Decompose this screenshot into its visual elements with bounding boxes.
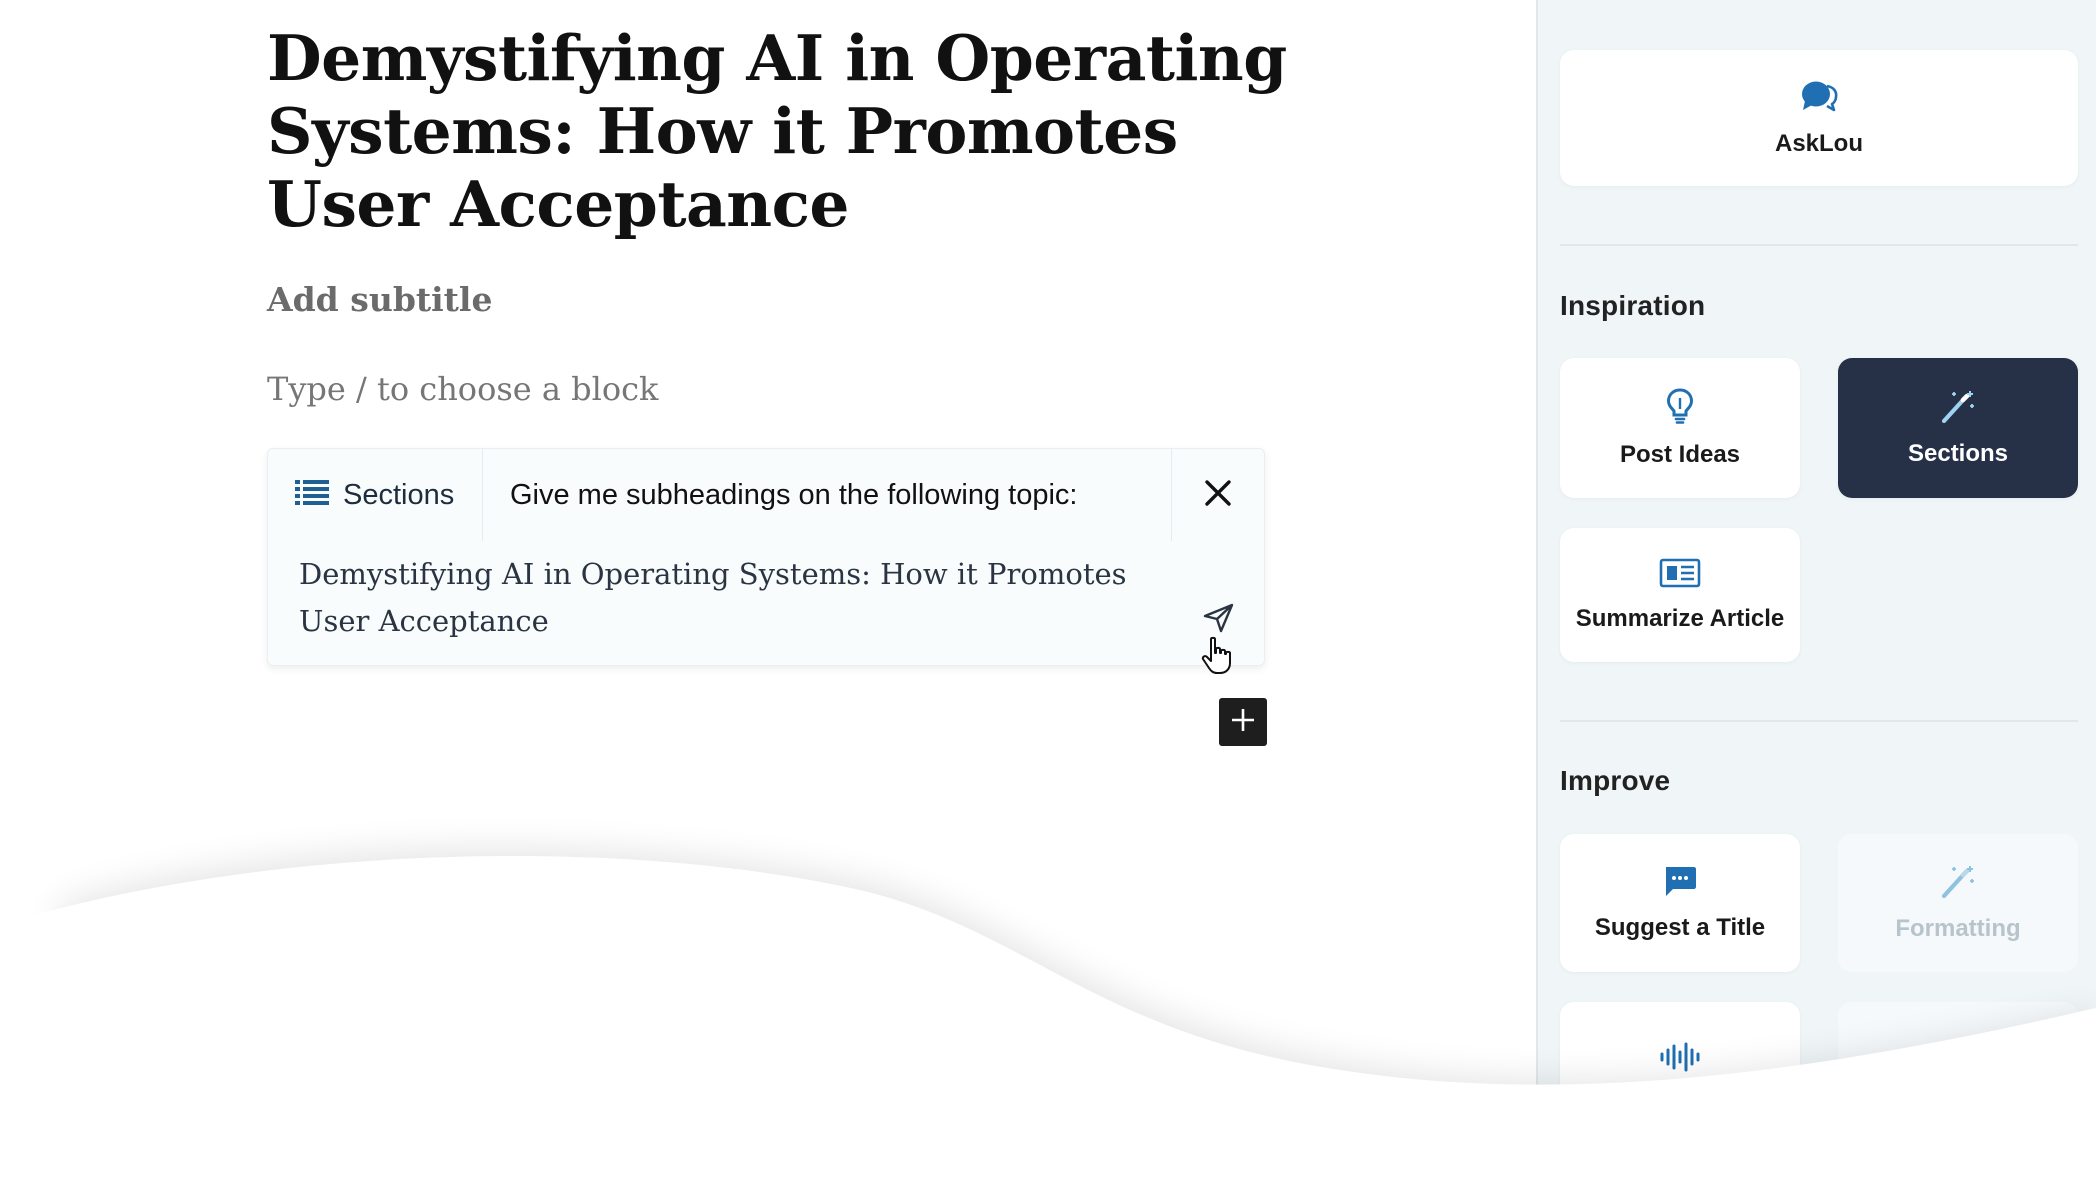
prompt-type-label: Sections <box>343 478 455 511</box>
send-button[interactable] <box>1198 599 1240 641</box>
post-ideas-button[interactable]: Post Ideas <box>1560 358 1800 498</box>
newspaper-icon <box>1659 558 1701 593</box>
sections-prompt-card: Sections Give me subheadings on the foll… <box>267 448 1265 666</box>
block-placeholder[interactable]: Type / to choose a block <box>267 370 658 408</box>
summarize-article-button[interactable]: Summarize Article <box>1560 528 1800 662</box>
suggest-title-label: Suggest a Title <box>1594 913 1766 941</box>
post-ideas-label: Post Ideas <box>1619 440 1741 468</box>
chat-bubble-icon <box>1663 865 1697 902</box>
asklou-label: AskLou <box>1774 129 1863 157</box>
plus-icon <box>1230 707 1256 738</box>
prompt-type-selector[interactable]: Sections <box>268 449 483 541</box>
asklou-button[interactable]: AskLou <box>1560 50 2078 186</box>
magic-wand-icon <box>1940 389 1976 428</box>
post-title[interactable]: Demystifying AI in Operating Systems: Ho… <box>267 22 1297 241</box>
ai-assistant-sidebar: AskLou Inspiration Post Ideas Sections S… <box>1536 0 2096 1185</box>
prompt-instruction: Give me subheadings on the following top… <box>510 479 1078 511</box>
divider <box>1560 720 2078 722</box>
sections-label: Sections <box>1907 439 2009 467</box>
chat-bubbles-icon <box>1800 79 1838 118</box>
prompt-topic-input[interactable]: Demystifying AI in Operating Systems: Ho… <box>299 551 1159 645</box>
suggest-title-button[interactable]: Suggest a Title <box>1560 834 1800 972</box>
send-icon <box>1203 603 1235 638</box>
formatting-label: Formatting <box>1895 914 2021 942</box>
list-icon <box>295 479 329 512</box>
summarize-article-label: Summarize Article <box>1575 604 1785 632</box>
subtitle-input[interactable]: Add subtitle <box>267 280 492 319</box>
divider <box>1560 244 2078 246</box>
close-icon <box>1204 479 1232 512</box>
sections-button[interactable]: Sections <box>1838 358 2078 498</box>
inspiration-heading: Inspiration <box>1560 290 1706 321</box>
pointer-cursor-icon <box>1200 636 1236 681</box>
formatting-button[interactable]: Formatting <box>1838 834 2078 972</box>
prompt-header: Sections Give me subheadings on the foll… <box>268 449 1264 541</box>
close-button[interactable] <box>1171 449 1264 541</box>
lightbulb-icon <box>1666 387 1694 429</box>
add-block-button[interactable] <box>1219 698 1267 746</box>
audio-wave-icon <box>1659 1042 1701 1077</box>
disabled-tool-button[interactable] <box>1838 1002 2078 1140</box>
audio-tool-button[interactable] <box>1560 1002 1800 1140</box>
magic-wand-icon <box>1940 864 1976 903</box>
improve-heading: Improve <box>1560 765 1671 796</box>
